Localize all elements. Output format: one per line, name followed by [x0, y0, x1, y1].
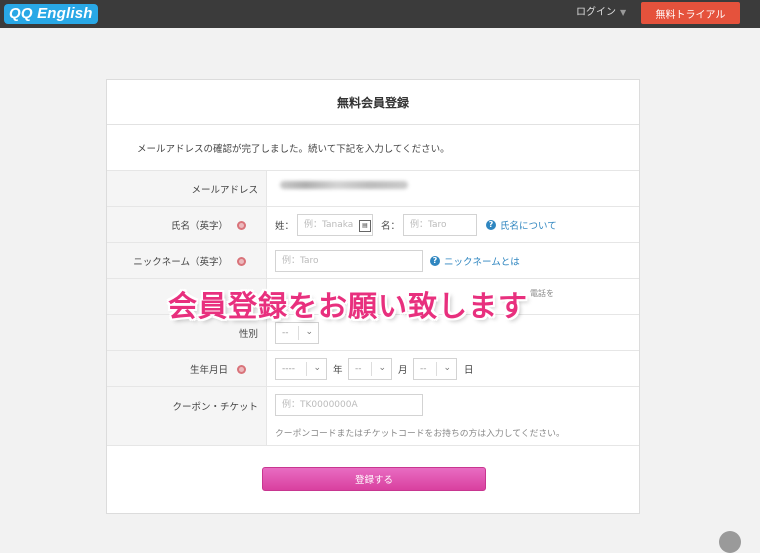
- chat-icon[interactable]: [719, 531, 741, 553]
- nickname-row: ニックネーム（英字） 例：Taro ? ニックネームとは: [107, 242, 639, 279]
- year-unit: 年: [333, 365, 343, 376]
- required-icon: [237, 364, 246, 374]
- last-name-label: 姓：: [275, 221, 295, 232]
- overlay-caption: 会員登録をお願い致します: [168, 289, 529, 323]
- gender-select[interactable]: -- ⌄: [275, 322, 319, 344]
- select-divider: [306, 362, 307, 376]
- login-label: ログイン: [576, 7, 616, 18]
- email-label: メールアドレス: [107, 171, 267, 206]
- top-navigation-bar: QQ English ログイン ▼ 無料トライアル: [0, 0, 760, 28]
- day-unit: 日: [464, 365, 474, 376]
- chevron-down-icon: ⌄: [443, 363, 451, 373]
- chevron-down-icon: ⌄: [313, 363, 321, 373]
- select-divider: [436, 362, 437, 376]
- birth-month-value: --: [355, 364, 362, 374]
- id-card-icon: ▤: [359, 220, 371, 232]
- birth-year-value: ----: [282, 364, 295, 374]
- required-icon: [237, 220, 246, 230]
- notice-text: メールアドレスの確認が完了しました。続いて下記を入力してください。: [137, 144, 450, 155]
- name-label-text: 氏名（英字）: [170, 221, 228, 232]
- birth-day-value: --: [420, 364, 427, 374]
- email-value-blurred: [280, 181, 408, 189]
- name-row: 氏名（英字） 姓： 例：Tanaka ▤ 名： 例：Taro ? 氏名について: [107, 206, 639, 243]
- nickname-help-text: ニックネームとは: [444, 257, 520, 268]
- free-trial-button[interactable]: 無料トライアル: [641, 2, 740, 24]
- coupon-label: クーポン・チケット: [107, 387, 267, 445]
- nickname-input[interactable]: 例：Taro: [275, 250, 423, 272]
- nickname-label-text: ニックネーム（英字）: [133, 257, 228, 268]
- register-button[interactable]: 登録する: [262, 467, 486, 491]
- birth-year-select[interactable]: ---- ⌄: [275, 358, 327, 380]
- birthdate-label: 生年月日: [107, 351, 267, 387]
- coupon-note: クーポンコードまたはチケットコードをお持ちの方は入力してください。: [275, 429, 565, 439]
- chevron-down-icon: ▼: [620, 8, 627, 17]
- birthdate-row: 生年月日 ---- ⌄ 年 -- ⌄ 月 -- ⌄ 日: [107, 350, 639, 387]
- coupon-input[interactable]: 例：TK0000000A: [275, 394, 423, 416]
- login-menu[interactable]: ログイン ▼: [576, 6, 626, 20]
- birth-month-select[interactable]: -- ⌄: [348, 358, 392, 380]
- month-unit: 月: [398, 365, 408, 376]
- select-divider: [298, 326, 299, 340]
- birthdate-label-text: 生年月日: [189, 365, 228, 376]
- name-help-link[interactable]: ? 氏名について: [486, 218, 557, 232]
- site-logo[interactable]: QQ English: [4, 4, 98, 24]
- chevron-down-icon: ⌄: [378, 363, 386, 373]
- birth-day-select[interactable]: -- ⌄: [413, 358, 457, 380]
- name-help-text: 氏名について: [500, 221, 557, 232]
- first-name-label: 名：: [381, 221, 401, 232]
- page-title: 無料会員登録: [107, 80, 639, 125]
- name-label: 氏名（英字）: [107, 207, 267, 243]
- question-icon: ?: [430, 256, 440, 266]
- required-icon: [237, 256, 246, 266]
- question-icon: ?: [486, 220, 496, 230]
- nickname-help-link[interactable]: ? ニックネームとは: [430, 254, 520, 268]
- first-name-input[interactable]: 例：Taro: [403, 214, 477, 236]
- select-divider: [371, 362, 372, 376]
- chevron-down-icon: ⌄: [305, 327, 313, 337]
- email-row: メールアドレス: [107, 170, 639, 206]
- gender-select-value: --: [282, 328, 289, 338]
- nickname-label: ニックネーム（英字）: [107, 243, 267, 279]
